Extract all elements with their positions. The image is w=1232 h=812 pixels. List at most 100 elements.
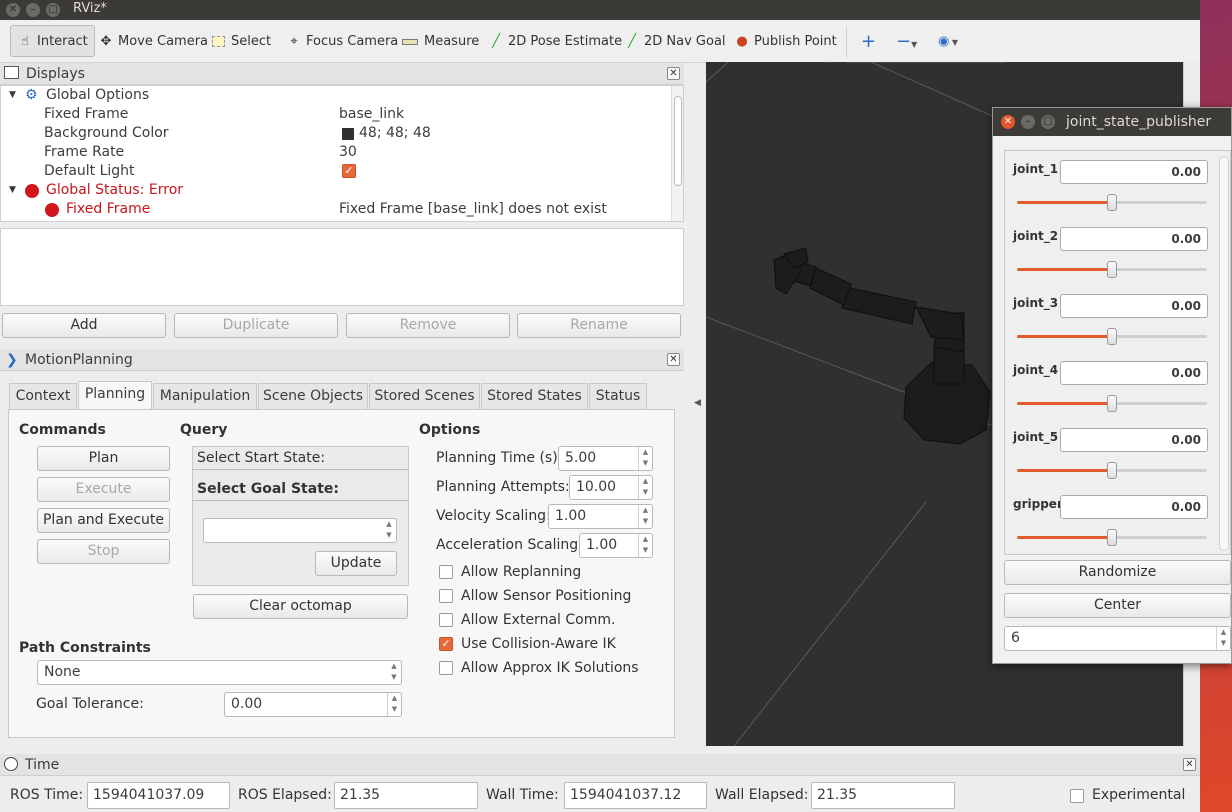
joint-slider[interactable] [1017,395,1207,412]
velocity-scaling-spinbox[interactable]: 1.00 ▲ ▼ [548,504,653,529]
select-start-state[interactable]: Select Start State: [197,450,325,466]
joint-count-spinbox[interactable]: 6 ▲ ▼ [1004,626,1231,651]
spin-arrows-icon[interactable]: ▲ ▼ [638,505,652,528]
allow-external-comm-checkbox[interactable] [439,613,453,627]
joint-value-field[interactable]: 0.00 [1060,361,1208,385]
spin-arrows-icon[interactable]: ▲ ▼ [638,476,652,499]
allow-approx-ik-checkbox[interactable] [439,661,453,675]
tab-manipulation[interactable]: Manipulation [153,383,257,409]
joint-slider-handle[interactable] [1107,395,1117,412]
acceleration-scaling-spinbox[interactable]: 1.00 ▲ ▼ [579,533,653,558]
plan-button[interactable]: Plan [37,446,170,471]
tab-planning[interactable]: Planning [78,381,152,409]
center-button[interactable]: Center [1004,593,1231,618]
tab-stored-scenes[interactable]: Stored Scenes [369,383,480,409]
rename-button[interactable]: Rename [517,313,681,338]
joint-slider[interactable] [1017,328,1207,345]
nav-goal-tool-button[interactable]: ╱ 2D Nav Goal [624,26,725,58]
focus-camera-tool-button[interactable]: ⌖ Focus Camera [286,26,398,58]
displays-scrollbar[interactable] [671,86,683,221]
joint-slider-handle[interactable] [1107,462,1117,479]
maximize-window-icon[interactable]: □ [46,3,60,17]
tab-context[interactable]: Context [9,383,77,409]
planning-attempts-spinbox[interactable]: 10.00 ▲ ▼ [569,475,653,500]
stop-button[interactable]: Stop [37,539,170,564]
minimize-window-icon[interactable]: – [26,3,40,17]
clear-octomap-button[interactable]: Clear octomap [193,594,408,619]
minimize-window-icon[interactable]: – [1021,115,1035,129]
joint-value-field[interactable]: 0.00 [1060,495,1208,519]
randomize-button[interactable]: Randomize [1004,560,1231,585]
execute-button[interactable]: Execute [37,477,170,502]
spin-arrows-icon[interactable]: ▲ ▼ [638,534,652,557]
tree-row-background-color[interactable]: Background Color 48; 48; 48 [1,124,671,143]
remove-tool-icon[interactable]: −▼ [896,26,917,58]
tab-stored-states[interactable]: Stored States [481,383,588,409]
joint-value-field[interactable]: 0.00 [1060,428,1208,452]
close-icon[interactable]: ✕ [667,67,680,80]
wall-elapsed-field[interactable]: 21.35 [811,782,955,809]
tree-row-global-status[interactable]: ▼ Global Status: Error [1,181,671,200]
update-button[interactable]: Update [315,551,397,576]
joint-value-field[interactable]: 0.00 [1060,160,1208,184]
joint-value-field[interactable]: 0.00 [1060,294,1208,318]
spin-arrows-icon[interactable]: ▲ ▼ [387,693,401,716]
joint-list-scrollbar[interactable] [1219,156,1229,551]
move-camera-tool-button[interactable]: ✥ Move Camera [98,26,208,58]
ros-elapsed-field[interactable]: 21.35 [334,782,478,809]
joint-slider[interactable] [1017,261,1207,278]
joint-slider-handle[interactable] [1107,328,1117,345]
joint-slider-handle[interactable] [1107,194,1117,211]
expand-arrow-icon[interactable]: ▼ [9,181,16,200]
tree-row-fixed-frame[interactable]: Fixed Frame base_link [1,105,671,124]
goal-tolerance-spinbox[interactable]: 0.00 ▲ ▼ [224,692,402,717]
close-window-icon[interactable]: ✕ [1001,115,1015,129]
eye-view-icon[interactable]: ◉ ▼ [938,26,958,58]
default-light-checkbox[interactable]: ✓ [342,164,356,178]
scrollbar-thumb[interactable] [674,96,682,186]
planning-time-spinbox[interactable]: 5.00 ▲ ▼ [558,446,653,471]
add-tool-icon[interactable]: + [861,26,876,58]
tab-status[interactable]: Status [589,383,647,409]
plan-and-execute-button[interactable]: Plan and Execute [37,508,170,533]
use-collision-aware-ik-checkbox[interactable]: ✓ [439,637,453,651]
wall-elapsed-label: Wall Elapsed: [715,787,809,803]
experimental-checkbox[interactable] [1070,789,1084,803]
allow-sensor-positioning-checkbox[interactable] [439,589,453,603]
add-button[interactable]: Add [2,313,166,338]
interact-tool-button[interactable]: ☝ Interact [10,25,95,57]
tab-scene-objects[interactable]: Scene Objects [258,383,368,409]
wall-time-field[interactable]: 1594041037.12 [564,782,707,809]
tree-row-default-light[interactable]: Default Light ✓ [1,162,671,181]
tree-row-frame-rate[interactable]: Frame Rate 30 [1,143,671,162]
measure-tool-button[interactable]: Measure [402,26,479,58]
collapse-arrow-icon[interactable]: ◀ [694,398,701,408]
spin-arrows-icon[interactable]: ▲ ▼ [638,447,652,470]
close-icon[interactable]: ✕ [667,353,680,366]
ros-time-field[interactable]: 1594041037.09 [87,782,230,809]
tree-row-fixed-frame-error[interactable]: Fixed Frame Fixed Frame [base_link] does… [1,200,671,219]
joint-slider[interactable] [1017,462,1207,479]
remove-button[interactable]: Remove [346,313,510,338]
maximize-window-icon[interactable]: □ [1041,115,1055,129]
spin-arrows-icon[interactable]: ▲ ▼ [1216,627,1230,650]
publish-point-tool-button[interactable]: ● Publish Point [734,26,836,58]
select-goal-state[interactable]: Select Goal State: [197,481,339,497]
pose-estimate-tool-button[interactable]: ╱ 2D Pose Estimate [488,26,622,58]
close-window-icon[interactable]: ✕ [6,3,20,17]
select-tool-button[interactable]: Select [212,26,271,58]
fixed-frame-value[interactable]: base_link [339,105,404,124]
close-icon[interactable]: ✕ [1183,758,1196,771]
expand-arrow-icon[interactable]: ▼ [9,86,16,105]
joint-slider[interactable] [1017,194,1207,211]
joint-slider-handle[interactable] [1107,261,1117,278]
joint-slider[interactable] [1017,529,1207,546]
path-constraints-combobox[interactable]: None ▲ ▼ [37,660,402,685]
goal-state-combobox[interactable]: ▲ ▼ [203,518,397,543]
joint-value-field[interactable]: 0.00 [1060,227,1208,251]
duplicate-button[interactable]: Duplicate [174,313,338,338]
tree-row-global-options[interactable]: ▼ ⚙ Global Options [1,86,671,105]
joint-slider-handle[interactable] [1107,529,1117,546]
error-icon [25,184,39,198]
allow-replanning-checkbox[interactable] [439,565,453,579]
